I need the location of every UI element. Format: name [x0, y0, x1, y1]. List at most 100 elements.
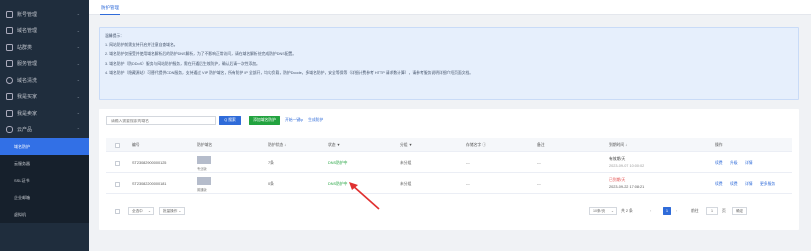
col-storage: 存储名字 ⓘ	[466, 142, 487, 147]
domain-caption: 普通版	[197, 188, 207, 192]
add-protection-button[interactable]: 添加域名防护	[249, 116, 280, 125]
page-size-select[interactable]: 10条/页 ⌄	[589, 207, 617, 215]
tab-protect-manage[interactable]: 防护管理	[100, 3, 120, 15]
col-actions: 操作	[715, 142, 723, 147]
col-protect-status[interactable]: 防护状态 ↓	[268, 143, 286, 148]
nav-seller[interactable]: 我是卖家 ⌄	[0, 105, 89, 122]
chevron-down-icon: ⌄	[76, 93, 80, 99]
row-expire-date: 2023-09-22 17:08:21	[609, 185, 645, 189]
chevron-down-icon: ⌄	[76, 44, 80, 49]
domain-thumbnail	[197, 177, 211, 185]
table-row: ST23082200000181 普通版 0条 DNS防护中 未分组 --- -…	[106, 174, 792, 194]
select-all-checkbox[interactable]	[115, 142, 120, 148]
tips-line-4: 4. 域名防护（隐藏源站）可替代提供CDN服务，支持通过 VIP 防护域名，所有…	[105, 70, 474, 75]
row-status-count: 7条	[268, 160, 274, 165]
row-id: ST23082900000125	[132, 160, 167, 165]
renew-link[interactable]: 续费	[715, 161, 723, 166]
sub-item-mail[interactable]: 企业邮箱	[0, 189, 89, 206]
row-state: DNS防护中	[328, 181, 348, 186]
nav-service[interactable]: 服务管理 ⌄	[0, 56, 89, 73]
prev-page-icon[interactable]: ‹	[650, 209, 651, 214]
col-domain: 防护域名	[197, 142, 213, 147]
row-group: 未分组	[400, 160, 412, 165]
chevron-down-icon: ⌄	[76, 110, 80, 115]
goto-label: 前往	[691, 208, 699, 213]
nav-domain[interactable]: 域名管理 ⌄	[0, 23, 89, 40]
nav-sites[interactable]: 站群类 ⌄	[0, 39, 89, 56]
chevron-up-icon: ⌃	[76, 126, 80, 132]
detail-link[interactable]: 详情	[745, 182, 753, 187]
row-expire-date: 2023-09-07 10:00:02	[609, 164, 645, 168]
top-bar: 防护管理	[89, 0, 811, 15]
col-expire[interactable]: 到期时间 ↓	[609, 143, 627, 148]
nav-clean[interactable]: 域名清洗 ⌄	[0, 72, 89, 89]
sub-item-ssl[interactable]: SSL证书	[0, 172, 89, 189]
nav-label: 站群类	[17, 44, 33, 51]
select-all-label: 全选中	[132, 209, 143, 213]
chevron-down-icon: ⌄	[178, 209, 182, 213]
toolbar: Q 搜索 添加域名防护 开始一键ip 生成防护	[106, 116, 323, 125]
table-footer: 全选中 ⌄ 批量操作 ⌄ 10条/页 ⌄ 共 2 条 ‹ 1 › 前往 1 页 …	[106, 206, 792, 216]
annotation-arrow-icon	[349, 182, 380, 210]
table-card: Q 搜索 添加域名防护 开始一键ip 生成防护 编号 防护域名 防护状态 ↓ 状…	[99, 109, 799, 230]
row-group: 未分组	[400, 181, 412, 186]
nav-buyer[interactable]: 我是买家 ⌄	[0, 89, 89, 106]
domain-caption: 专业版	[197, 167, 207, 171]
chevron-down-icon: ⌄	[610, 209, 614, 213]
nav-cloud[interactable]: 云产品 ⌃	[0, 122, 89, 139]
link-one-click-ip[interactable]: 开始一键ip	[285, 118, 303, 123]
next-page-icon[interactable]: ›	[676, 209, 677, 214]
confirm-button[interactable]: 确定	[732, 207, 748, 215]
page-size-label: 10条/页	[593, 209, 606, 213]
chevron-down-icon: ⌄	[76, 27, 80, 33]
row-checkbox[interactable]	[115, 160, 120, 166]
col-group[interactable]: 分组 ▼	[400, 143, 412, 148]
batch-action-button[interactable]: 批量操作 ⌄	[159, 207, 186, 215]
row-checkbox[interactable]	[115, 181, 120, 187]
cloud-icon	[6, 126, 13, 134]
row-id: ST23082200000181	[132, 181, 167, 186]
chevron-down-icon: ⌄	[147, 209, 151, 213]
col-id: 编号	[132, 142, 140, 147]
cloud-submenu: 域名防护 云服务器 SSL证书 企业邮箱 虚拟机	[0, 138, 89, 223]
nav-account[interactable]: 账号管理 ⌄	[0, 6, 89, 23]
batch-label: 批量操作	[163, 209, 178, 213]
page-1-button[interactable]: 1	[663, 207, 671, 215]
chevron-down-icon: ⌄	[76, 60, 80, 66]
link-generate[interactable]: 生成防护	[308, 118, 323, 123]
search-input[interactable]	[106, 116, 216, 125]
row-status-count: 0条	[268, 181, 274, 186]
row-note: ---	[537, 160, 541, 165]
nav-label: 服务管理	[17, 61, 38, 68]
select-all-dropdown[interactable]: 全选中 ⌄	[128, 207, 154, 215]
chevron-down-icon: ⌄	[76, 11, 80, 16]
footer-checkbox[interactable]	[115, 208, 120, 214]
people-icon	[6, 43, 13, 51]
page-unit: 页	[722, 208, 726, 213]
search-button[interactable]: Q 搜索	[219, 116, 241, 125]
nav-label: 域名清洗	[17, 77, 38, 84]
tips-panel: 温馨提示： 1. 网站防护前需支持开启并注意自查域名。 2. 域名防护仅接受并使…	[99, 27, 799, 100]
globe-icon	[6, 27, 13, 35]
row-expire-label: 已到期/天	[609, 178, 626, 182]
more-services-link[interactable]: 更多服务	[760, 182, 775, 187]
sub-item-domain-protect[interactable]: 域名防护	[0, 138, 89, 155]
sub-item-vm[interactable]: 虚拟机	[0, 206, 89, 223]
detail-link[interactable]: 详情	[745, 161, 753, 166]
main-content: 温馨提示： 1. 网站防护前需支持开启并注意自查域名。 2. 域名防护仅接受并使…	[89, 15, 811, 251]
tips-line-3: 3. 域名防护（防DDoS）服务与网站防护服务，需在开通后生效防护，确认后请一次…	[105, 61, 260, 66]
cart-icon	[6, 93, 13, 101]
tips-title: 温馨提示：	[105, 34, 124, 38]
sub-item-cloud-server[interactable]: 云服务器	[0, 155, 89, 172]
row-expire-label: 有效期/天	[609, 157, 626, 161]
server-icon	[6, 60, 13, 68]
row-state: DNS防护中	[328, 160, 348, 165]
goto-page-input[interactable]: 1	[706, 207, 718, 215]
user-icon	[6, 10, 13, 18]
nav-label: 我是卖家	[17, 110, 38, 117]
row-note: ---	[537, 181, 541, 186]
renew-link[interactable]: 续费	[715, 182, 723, 187]
upgrade-link[interactable]: 升级	[730, 161, 738, 166]
col-state[interactable]: 状态 ▼	[328, 143, 340, 148]
renew-link-2[interactable]: 续费	[730, 182, 738, 187]
